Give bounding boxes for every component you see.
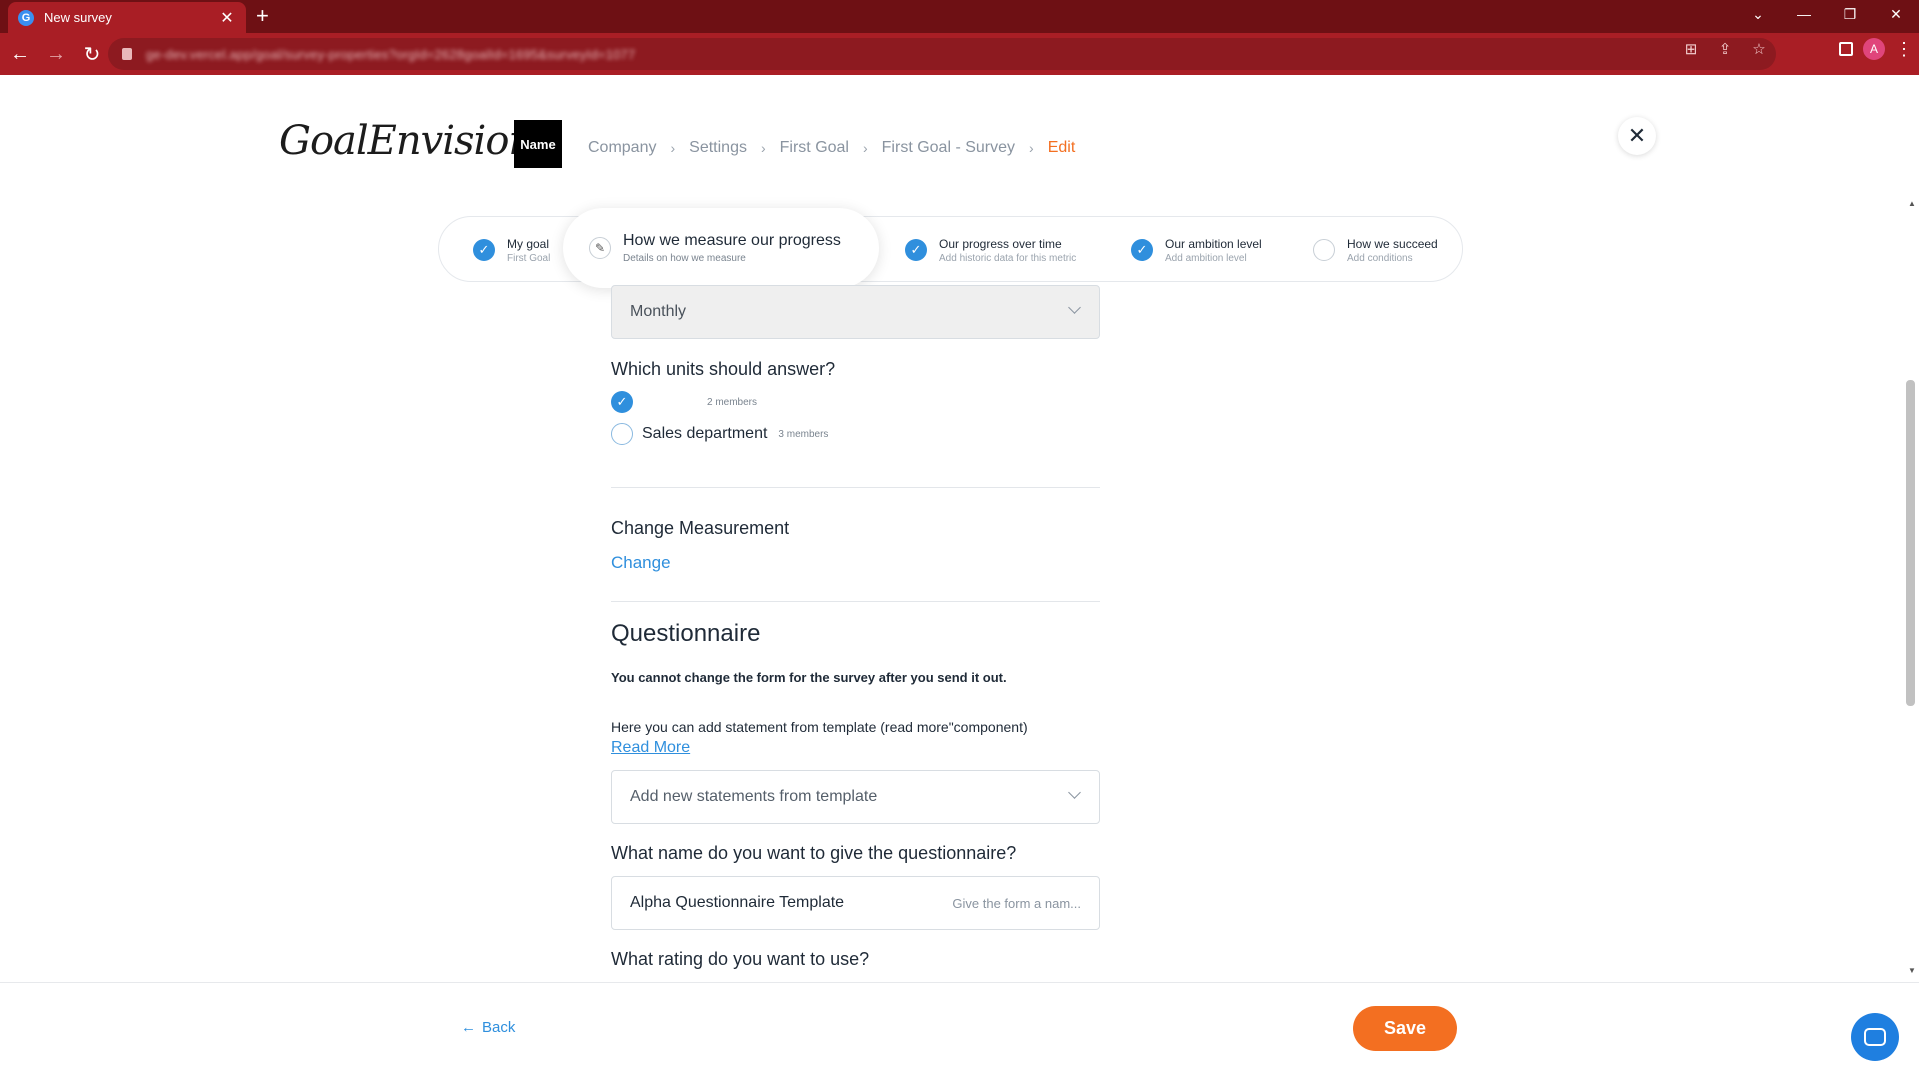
units-label: Which units should answer?: [611, 359, 836, 379]
browser-tab-bar: G New survey ✕ + ⌄ — ❐ ✕: [0, 0, 1919, 33]
breadcrumb-first-goal[interactable]: First Goal: [780, 139, 849, 157]
browser-menu-icon[interactable]: ⋮: [1895, 39, 1913, 60]
template-select[interactable]: Add new statements from template: [611, 770, 1100, 824]
site-favicon-icon: G: [18, 9, 34, 26]
template-placeholder: Add new statements from template: [630, 788, 878, 805]
share-icon[interactable]: ⇪: [1715, 37, 1735, 61]
step-subtitle: Add historic data for this metric: [939, 252, 1077, 264]
tab-close-icon[interactable]: ✕: [218, 8, 236, 28]
step-title: How we measure our progress: [623, 232, 841, 249]
check-icon: ✓: [1131, 239, 1153, 261]
toolbar-right: A ⋮: [1839, 38, 1913, 60]
change-measurement-label: Change Measurement: [611, 518, 790, 538]
step-my-goal[interactable]: ✓ My goal First Goal: [473, 217, 550, 283]
translate-icon[interactable]: ⊞: [1681, 37, 1701, 61]
step-how-we-succeed[interactable]: How we succeed Add conditions: [1313, 217, 1438, 283]
step-ambition-level[interactable]: ✓ Our ambition level Add ambition level: [1131, 217, 1262, 283]
chevron-right-icon: ›: [1029, 140, 1034, 156]
member-count: 2 members: [707, 396, 758, 408]
breadcrumb: Company › Settings › First Goal › First …: [588, 139, 1075, 157]
divider: [611, 601, 1100, 602]
step-subtitle: First Goal: [507, 252, 551, 264]
tab-search-icon[interactable]: ⌄: [1735, 0, 1781, 28]
check-icon: ✓: [905, 239, 927, 261]
save-button[interactable]: Save: [1353, 1006, 1457, 1051]
member-count: 3 members: [778, 428, 829, 440]
chevron-down-icon: [1068, 786, 1081, 799]
questionnaire-heading: Questionnaire: [611, 620, 761, 647]
window-close-icon[interactable]: ✕: [1873, 0, 1919, 28]
footer-bar: [0, 982, 1919, 1079]
close-button[interactable]: ✕: [1618, 117, 1656, 155]
new-tab-icon[interactable]: +: [256, 4, 269, 28]
check-icon: ✓: [473, 239, 495, 261]
unit-name: Sales department: [642, 425, 768, 442]
rating-label: What rating do you want to use?: [611, 949, 870, 969]
lock-icon: [122, 48, 132, 60]
chat-support-button[interactable]: [1851, 1013, 1899, 1061]
step-title: My goal: [507, 236, 550, 251]
checked-radio-icon[interactable]: ✓: [611, 391, 633, 413]
address-bar[interactable]: ge-dev.vercel.app/goal/survey-properties…: [108, 38, 1776, 70]
divider: [611, 487, 1100, 488]
arrow-left-icon: ←: [461, 1019, 476, 1036]
step-title: Our progress over time: [939, 236, 1062, 251]
questionnaire-name-hint: Give the form a nam...: [952, 895, 1081, 911]
goalenvision-logo[interactable]: GoalEnvision: [279, 118, 534, 164]
url-text: ge-dev.vercel.app/goal/survey-properties…: [146, 46, 636, 62]
frequency-select[interactable]: Monthly: [611, 285, 1100, 339]
radio-button[interactable]: [611, 423, 633, 445]
step-subtitle: Details on how we measure: [623, 253, 746, 264]
minimize-icon[interactable]: —: [1781, 0, 1827, 28]
breadcrumb-survey[interactable]: First Goal - Survey: [882, 139, 1015, 157]
read-more-link[interactable]: Read More: [611, 739, 690, 757]
unit-option[interactable]: ✓ 2 members: [611, 391, 757, 413]
change-link[interactable]: Change: [611, 553, 671, 573]
breadcrumb-company[interactable]: Company: [588, 139, 656, 157]
step-title: Our ambition level: [1165, 236, 1262, 251]
tab-title: New survey: [44, 10, 112, 25]
questionnaire-name-label: What name do you want to give the questi…: [611, 843, 1017, 863]
scroll-down-icon[interactable]: ▼: [1908, 966, 1916, 975]
step-how-we-measure[interactable]: ✎ How we measure our progress Details on…: [563, 208, 879, 288]
close-icon: ✕: [1627, 123, 1647, 148]
back-label: Back: [482, 1019, 516, 1036]
step-progress-over-time[interactable]: ✓ Our progress over time Add historic da…: [905, 217, 1076, 283]
back-button[interactable]: ← Back: [461, 1019, 515, 1036]
window-controls: ⌄ — ❐ ✕: [1735, 0, 1919, 33]
step-title: How we succeed: [1347, 236, 1438, 251]
back-arrow-icon[interactable]: ←: [4, 38, 36, 70]
scroll-up-icon[interactable]: ▲: [1908, 199, 1916, 208]
step-subtitle: Add ambition level: [1165, 252, 1247, 264]
empty-circle-icon: [1313, 239, 1335, 261]
breadcrumb-edit: Edit: [1047, 139, 1076, 156]
bookmark-star-icon[interactable]: ☆: [1749, 37, 1769, 61]
side-panel-icon[interactable]: [1839, 42, 1853, 56]
profile-avatar[interactable]: A: [1863, 38, 1885, 60]
chevron-right-icon: ›: [670, 140, 676, 156]
restore-icon[interactable]: ❐: [1827, 0, 1873, 28]
chevron-right-icon: ›: [760, 140, 766, 156]
questionnaire-name-input[interactable]: Alpha Questionnaire Template Give the fo…: [611, 876, 1100, 930]
frequency-value: Monthly: [630, 303, 687, 320]
template-helper-text: Here you can add statement from template…: [611, 719, 1028, 735]
browser-toolbar: ← → ↻ ge-dev.vercel.app/goal/survey-prop…: [0, 33, 1919, 75]
browser-tab[interactable]: G New survey ✕: [8, 2, 246, 33]
pencil-icon: ✎: [589, 237, 611, 259]
chevron-down-icon: [1068, 301, 1081, 314]
unit-option[interactable]: Sales department 3 members: [611, 423, 828, 445]
scrollbar-thumb[interactable]: [1906, 380, 1915, 706]
questionnaire-name-value: Alpha Questionnaire Template: [630, 894, 845, 911]
address-bar-actions: ⊞ ⇪ ☆: [1681, 37, 1769, 61]
breadcrumb-settings[interactable]: Settings: [689, 139, 747, 157]
reload-icon[interactable]: ↻: [76, 38, 108, 70]
organization-badge: Name: [514, 120, 562, 168]
step-subtitle: Add conditions: [1347, 252, 1413, 264]
forward-arrow-icon[interactable]: →: [40, 38, 72, 70]
questionnaire-warning: You cannot change the form for the surve…: [611, 670, 1007, 685]
chat-icon: [1864, 1028, 1886, 1046]
chevron-right-icon: ›: [862, 140, 868, 156]
